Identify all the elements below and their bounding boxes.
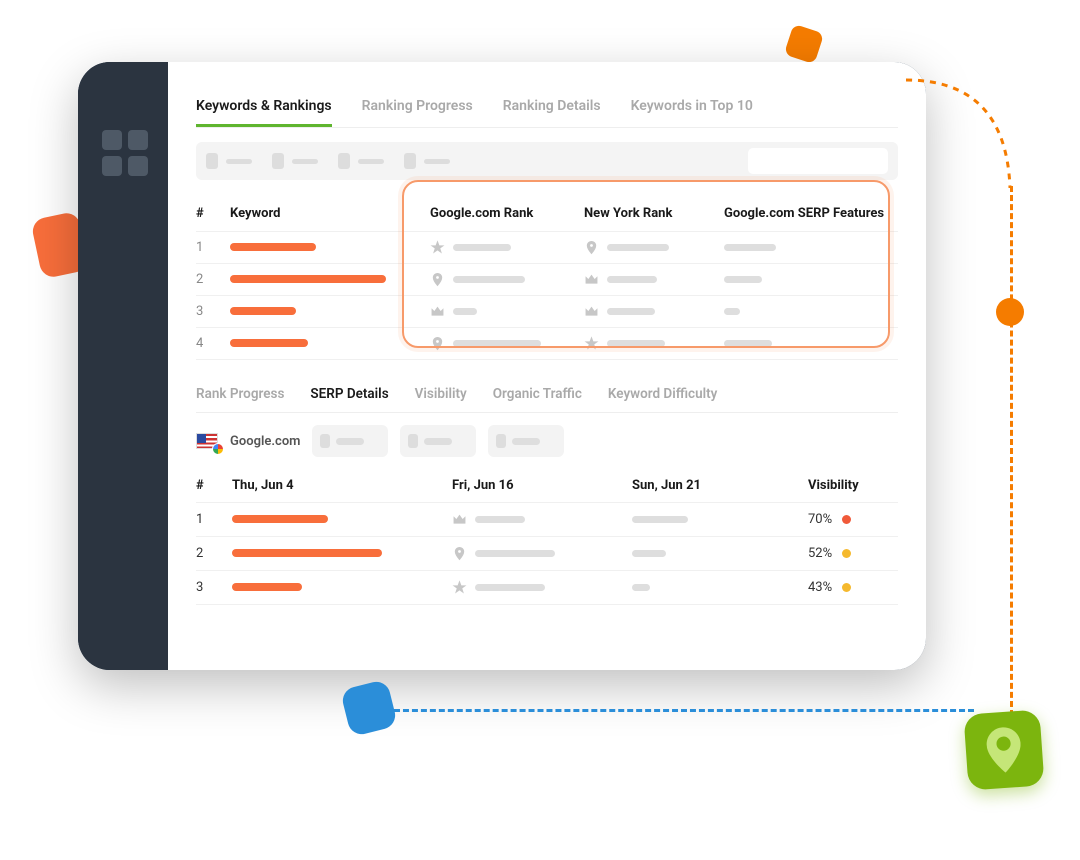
keyword-bar: [230, 307, 296, 315]
secondary-tabs: Rank Progress SERP Details Visibility Or…: [196, 386, 898, 413]
keywords-table: # Keyword Google.com Rank New York Rank …: [196, 196, 898, 360]
col-head-index: #: [196, 206, 230, 221]
table-row[interactable]: 2: [196, 264, 898, 296]
table-row[interactable]: 2 52%: [196, 537, 898, 571]
visibility-value: 70%: [808, 512, 832, 527]
status-dot: [842, 549, 851, 558]
pin-icon: [430, 272, 445, 287]
rank-bar: [232, 549, 382, 557]
decor-dashed-vertical: [1010, 186, 1013, 716]
tab-keyword-difficulty[interactable]: Keyword Difficulty: [608, 386, 718, 402]
filter-item[interactable]: [272, 153, 318, 169]
crown-icon: [584, 272, 599, 287]
table-row[interactable]: 1 70%: [196, 503, 898, 537]
row-index: 2: [196, 272, 230, 287]
table-row[interactable]: 3 43%: [196, 571, 898, 605]
col-head-keyword: Keyword: [230, 206, 430, 221]
decor-square-orange-top: [784, 24, 824, 64]
status-dot: [842, 515, 851, 524]
search-engine-label: Google.com: [230, 434, 300, 449]
row-index: 3: [196, 580, 232, 595]
tab-ranking-progress[interactable]: Ranking Progress: [362, 98, 473, 127]
decor-location-badge: [963, 709, 1044, 790]
pin-icon: [985, 726, 1022, 774]
table-row[interactable]: 3: [196, 296, 898, 328]
decor-square-blue: [340, 679, 398, 737]
tab-ranking-details[interactable]: Ranking Details: [503, 98, 601, 127]
crown-icon: [452, 512, 467, 527]
filter-item[interactable]: [206, 153, 252, 169]
app-window: Keywords & Rankings Ranking Progress Ran…: [78, 62, 926, 670]
row-index: 2: [196, 546, 232, 561]
crown-icon: [430, 304, 445, 319]
decor-dashed-arc: [906, 74, 1016, 194]
tab-keywords-rankings[interactable]: Keywords & Rankings: [196, 98, 332, 127]
rank-bar: [232, 515, 328, 523]
table-row[interactable]: 4: [196, 328, 898, 360]
sidebar: [78, 62, 168, 670]
us-flag-icon: [196, 433, 218, 449]
keyword-bar: [230, 243, 316, 251]
visibility-value: 43%: [808, 580, 832, 595]
dates-table: # Thu, Jun 4 Fri, Jun 16 Sun, Jun 21 Vis…: [196, 469, 898, 605]
source-chip[interactable]: [488, 425, 564, 457]
status-dot: [842, 583, 851, 592]
dates-header-row: # Thu, Jun 4 Fri, Jun 16 Sun, Jun 21 Vis…: [196, 469, 898, 503]
decor-dashed-horizontal: [394, 709, 974, 712]
keyword-bar: [230, 275, 386, 283]
source-chip[interactable]: [312, 425, 388, 457]
col-head-date2: Fri, Jun 16: [452, 478, 632, 493]
toolbar-search[interactable]: [748, 148, 888, 174]
col-head-date3: Sun, Jun 21: [632, 478, 808, 493]
source-row: Google.com: [196, 413, 898, 469]
star-icon: [430, 240, 445, 255]
decor-circle-orange-right: [996, 298, 1024, 326]
col-head-visibility: Visibility: [808, 478, 908, 493]
tab-organic-traffic[interactable]: Organic Traffic: [493, 386, 582, 402]
col-head-date1: Thu, Jun 4: [232, 478, 452, 493]
table-row[interactable]: 1: [196, 232, 898, 264]
row-index: 4: [196, 336, 230, 351]
pin-icon: [584, 240, 599, 255]
col-head-serp-features: Google.com SERP Features: [724, 206, 898, 221]
crown-icon: [584, 304, 599, 319]
source-chip[interactable]: [400, 425, 476, 457]
google-icon: [212, 443, 224, 455]
keyword-bar: [230, 339, 308, 347]
col-head-index: #: [196, 478, 232, 493]
tab-keywords-top10[interactable]: Keywords in Top 10: [631, 98, 753, 127]
tab-visibility[interactable]: Visibility: [415, 386, 467, 402]
col-head-newyork-rank: New York Rank: [584, 206, 724, 221]
pin-icon: [430, 336, 445, 351]
sidebar-apps-icon[interactable]: [102, 130, 168, 176]
tab-rank-progress[interactable]: Rank Progress: [196, 386, 284, 402]
pin-icon: [452, 546, 467, 561]
col-head-google-rank: Google.com Rank: [430, 206, 584, 221]
tab-serp-details[interactable]: SERP Details: [310, 386, 388, 402]
row-index: 3: [196, 304, 230, 319]
filter-item[interactable]: [404, 153, 450, 169]
row-index: 1: [196, 240, 230, 255]
rank-bar: [232, 583, 302, 591]
filter-toolbar: [196, 142, 898, 180]
star-icon: [452, 580, 467, 595]
star-icon: [584, 336, 599, 351]
main-panel: Keywords & Rankings Ranking Progress Ran…: [168, 62, 926, 670]
row-index: 1: [196, 512, 232, 527]
visibility-value: 52%: [808, 546, 832, 561]
primary-tabs: Keywords & Rankings Ranking Progress Ran…: [196, 98, 898, 128]
filter-item[interactable]: [338, 153, 384, 169]
table-header-row: # Keyword Google.com Rank New York Rank …: [196, 196, 898, 232]
